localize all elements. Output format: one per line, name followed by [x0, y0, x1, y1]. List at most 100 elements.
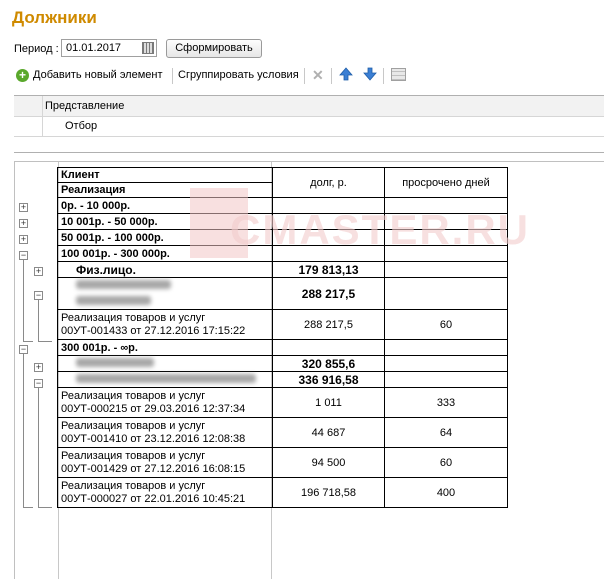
tree-line [38, 341, 52, 342]
group-conditions-button[interactable]: Сгруппировать условия [178, 69, 299, 81]
toolbar-separator [331, 68, 332, 84]
row-days [384, 229, 508, 246]
row-days: 333 [384, 387, 508, 418]
settings-header: Представление [14, 96, 604, 117]
row-text-redacted [57, 371, 273, 388]
expand-toggle[interactable]: + [19, 219, 28, 228]
report-area[interactable]: + + + − + − − + − Клиент долг, р. просро… [14, 161, 604, 579]
row-days [384, 277, 508, 310]
tree-line [38, 388, 39, 507]
row-text: 50 001р. - 100 000р. [57, 229, 273, 246]
row-days [384, 213, 508, 230]
row-days: 400 [384, 477, 508, 508]
row-days [384, 197, 508, 214]
tree-line [23, 341, 33, 342]
row-debt [272, 339, 385, 356]
period-date-value: 01.01.2017 [66, 42, 122, 54]
row-days [384, 371, 508, 388]
table-row[interactable]: 100 001р. - 300 000р. [57, 245, 508, 262]
collapse-toggle[interactable]: − [19, 251, 28, 260]
expand-toggle[interactable]: + [34, 267, 43, 276]
table-row[interactable]: 288 217,5 [57, 277, 508, 310]
row-text: 0р. - 10 000р. [57, 197, 273, 214]
settings-row-label: Отбор [65, 120, 98, 132]
row-debt: 288 217,5 [272, 309, 385, 340]
redacted-name [76, 357, 154, 367]
row-text: Реализация товаров и услуг 00УТ-001433 о… [57, 309, 273, 340]
collapse-toggle[interactable]: − [34, 291, 43, 300]
row-debt: 1 011 [272, 387, 385, 418]
expand-toggle[interactable]: + [19, 203, 28, 212]
settings-panel: Представление Отбор [14, 95, 604, 153]
table-row[interactable]: 336 916,58 [57, 371, 508, 388]
row-days [384, 245, 508, 262]
row-text: Реализация товаров и услуг 00УТ-001410 о… [57, 417, 273, 448]
table-row[interactable]: 10 001р. - 50 000р. [57, 213, 508, 230]
table-row[interactable]: 50 001р. - 100 000р. [57, 229, 508, 246]
move-down-icon[interactable] [363, 67, 377, 81]
toolbar-separator [383, 68, 384, 84]
row-days: 60 [384, 447, 508, 478]
table-row[interactable]: Реализация товаров и услуг 00УТ-001429 о… [57, 447, 508, 478]
toolbar: + Добавить новый элемент Сгруппировать у… [14, 66, 414, 86]
period-label: Период : [14, 43, 59, 55]
row-text: Физ.лицо. [57, 261, 273, 278]
row-days [384, 261, 508, 278]
row-debt: 320 855,6 [272, 355, 385, 372]
row-debt [272, 245, 385, 262]
settings-row-filter[interactable]: Отбор [14, 116, 604, 137]
table-row[interactable]: 0р. - 10 000р. [57, 197, 508, 214]
calendar-icon[interactable] [142, 42, 154, 54]
row-debt: 288 217,5 [272, 277, 385, 310]
row-text: 10 001р. - 50 000р. [57, 213, 273, 230]
tree-line [38, 300, 39, 341]
tree-line [23, 507, 33, 508]
row-debt: 336 916,58 [272, 371, 385, 388]
row-days [384, 339, 508, 356]
row-days: 60 [384, 309, 508, 340]
move-up-icon[interactable] [339, 67, 353, 81]
row-debt [272, 213, 385, 230]
row-debt [272, 229, 385, 246]
tree-line [38, 507, 52, 508]
row-debt: 94 500 [272, 447, 385, 478]
expand-toggle[interactable]: + [34, 363, 43, 372]
header-debt: долг, р. [272, 167, 385, 198]
expand-toggle[interactable]: + [19, 235, 28, 244]
row-text-redacted [57, 355, 273, 372]
row-debt [272, 197, 385, 214]
redacted-name [76, 373, 256, 383]
debtors-report-table: Клиент долг, р. просрочено дней Реализац… [57, 167, 508, 508]
table-settings-icon[interactable] [391, 68, 406, 81]
row-text: 100 001р. - 300 000р. [57, 245, 273, 262]
row-debt: 196 718,58 [272, 477, 385, 508]
page-title: Должники [12, 8, 97, 27]
collapse-toggle[interactable]: − [34, 379, 43, 388]
period-date-input[interactable]: 01.01.2017 [61, 39, 157, 57]
row-text: Реализация товаров и услуг 00УТ-001429 о… [57, 447, 273, 478]
generate-button[interactable]: Сформировать [166, 39, 262, 58]
table-row[interactable]: Реализация товаров и услуг 00УТ-000215 о… [57, 387, 508, 418]
delete-icon[interactable]: ✕ [312, 67, 324, 84]
table-row[interactable]: 320 855,6 [57, 355, 508, 372]
toolbar-separator [172, 68, 173, 84]
row-text: Реализация товаров и услуг 00УТ-000215 о… [57, 387, 273, 418]
table-row[interactable]: 300 001р. - ∞р. [57, 339, 508, 356]
table-row[interactable]: Реализация товаров и услуг 00УТ-000027 о… [57, 477, 508, 508]
row-days [384, 355, 508, 372]
settings-header-label: Представление [45, 100, 125, 112]
row-text-redacted [57, 277, 273, 310]
row-debt: 179 813,13 [272, 261, 385, 278]
redacted-name [76, 279, 171, 289]
row-text: Реализация товаров и услуг 00УТ-000027 о… [57, 477, 273, 508]
add-icon[interactable]: + [16, 69, 29, 82]
redacted-name [76, 295, 151, 305]
header-realization: Реализация [57, 182, 273, 198]
row-debt: 44 687 [272, 417, 385, 448]
collapse-toggle[interactable]: − [19, 345, 28, 354]
row-text: 300 001р. - ∞р. [57, 339, 273, 356]
table-row[interactable]: Реализация товаров и услуг 00УТ-001410 о… [57, 417, 508, 448]
add-element-button[interactable]: Добавить новый элемент [33, 69, 163, 81]
table-row[interactable]: Реализация товаров и услуг 00УТ-001433 о… [57, 309, 508, 340]
table-row[interactable]: Физ.лицо. 179 813,13 [57, 261, 508, 278]
